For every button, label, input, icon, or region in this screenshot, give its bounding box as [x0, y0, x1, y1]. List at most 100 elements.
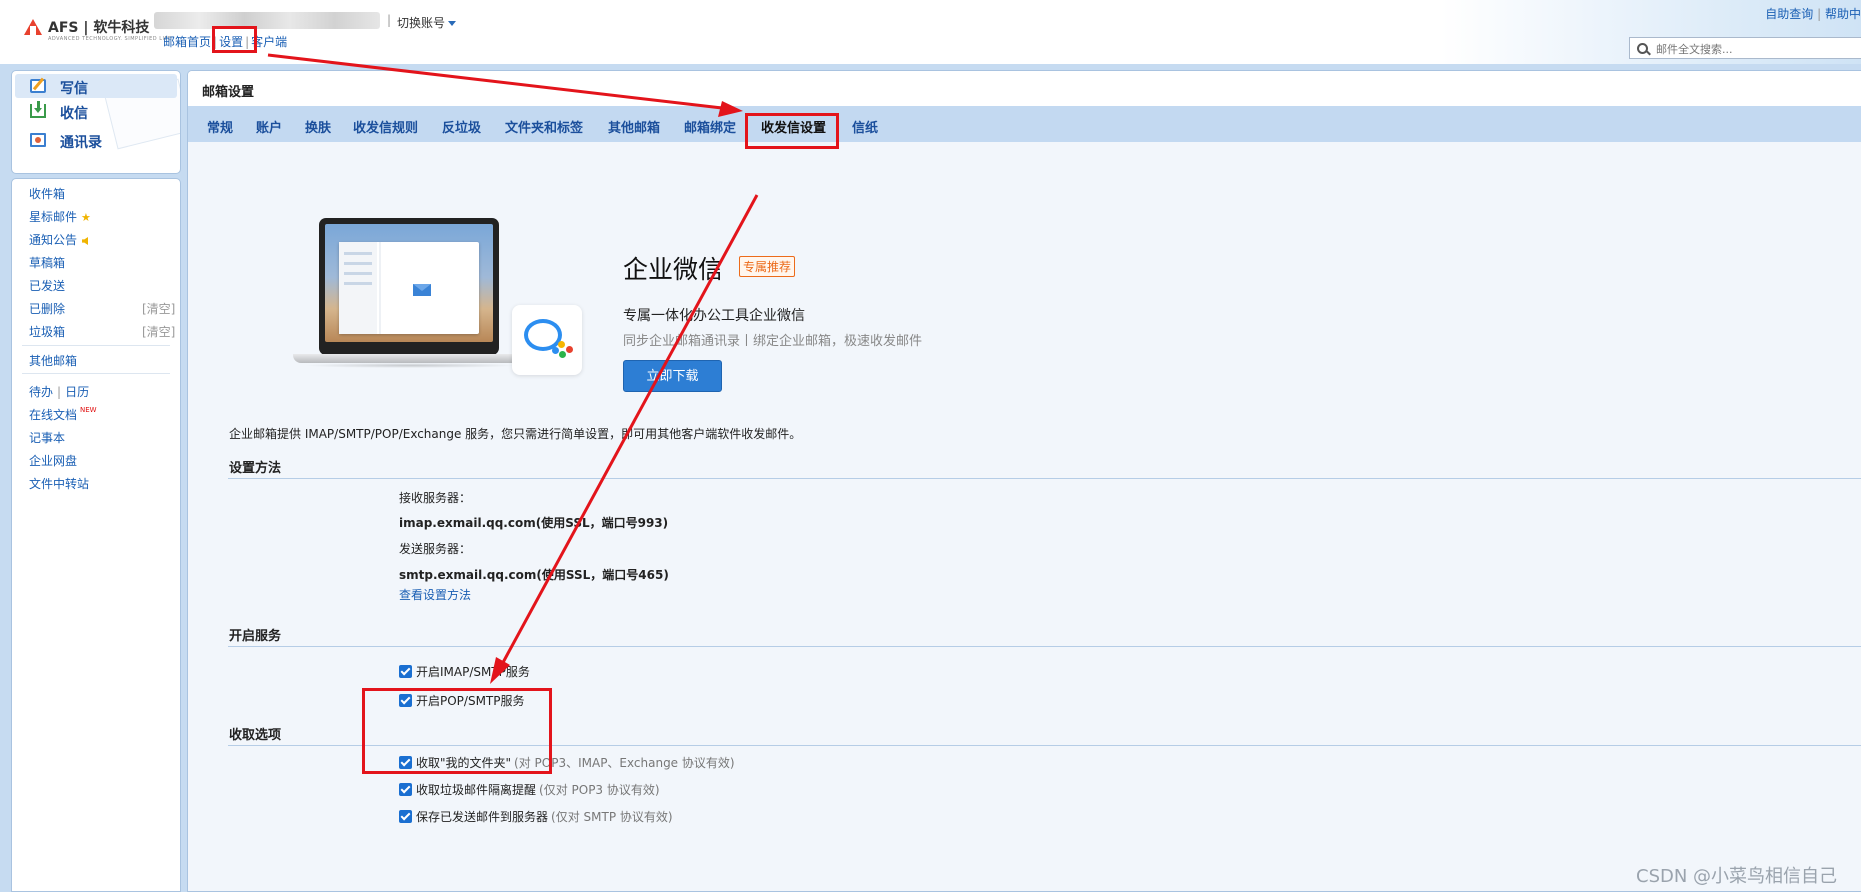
separator: | — [57, 385, 62, 399]
separator: | — [213, 35, 218, 49]
company-logo[interactable]: AFS | 软牛科技 ADVANCED TECHNOLOGY. SIMPLIFI… — [24, 16, 171, 44]
tab-antispam[interactable]: 反垃圾 — [442, 117, 481, 136]
compose-button[interactable]: 写信 — [15, 74, 177, 98]
help-links: 自助查询 | 帮助中 — [1765, 7, 1861, 21]
wecom-app-icon — [512, 305, 582, 375]
spam-folder-link[interactable]: 垃圾箱 — [29, 325, 65, 339]
sidebar-item-notepad[interactable]: 记事本 — [29, 429, 65, 446]
settings-header: 邮箱设置 — [188, 71, 1861, 106]
tab-skin[interactable]: 换肤 — [305, 117, 331, 136]
checkbox-label: 保存已发送邮件到服务器 — [416, 810, 549, 824]
sidebar-item-notices[interactable]: 通知公告 — [29, 231, 89, 248]
sidebar-item-file-transfer[interactable]: 文件中转站 — [29, 475, 89, 492]
switch-account-link[interactable]: 切换账号 — [397, 14, 457, 31]
sidebar-item-spam: 垃圾箱 [清空] — [29, 323, 175, 340]
mail-window-illustration — [339, 242, 479, 334]
receive-button[interactable]: 收信 — [15, 99, 177, 123]
sidebar-item-online-docs[interactable]: 在线文档 NEW — [29, 406, 97, 423]
new-badge: NEW — [80, 406, 97, 414]
client-link[interactable]: 客户端 — [251, 35, 287, 49]
help-link[interactable]: 帮助中 — [1825, 7, 1861, 21]
separator: | — [387, 13, 392, 27]
mail-search-box[interactable] — [1629, 37, 1861, 59]
mailbox-home-link[interactable]: 邮箱首页 — [163, 35, 211, 49]
window-sidebar — [339, 242, 377, 334]
fetch-my-folders-checkbox[interactable]: 收取"我的文件夹" (对 POP3、IMAP、Exchange 协议有效) — [399, 754, 735, 771]
tab-stationery[interactable]: 信纸 — [852, 117, 878, 136]
sidebar-item-other-mailbox[interactable]: 其他邮箱 — [29, 352, 77, 369]
save-sent-to-server-checkbox[interactable]: 保存已发送邮件到服务器 (仅对 SMTP 协议有效) — [399, 808, 673, 825]
checkbox-note: (仅对 SMTP 协议有效) — [551, 810, 673, 824]
folder-sidebar: 收件箱 星标邮件 ★ 通知公告 草稿箱 已发送 已删除 [清空] 垃圾箱 [清空]… — [11, 178, 181, 892]
clear-deleted-button[interactable]: [清空] — [142, 300, 175, 317]
imap-smtp-service-checkbox[interactable]: 开启IMAP/SMTP服务 — [399, 663, 530, 680]
top-header: AFS | 软牛科技 ADVANCED TECHNOLOGY. SIMPLIFI… — [0, 0, 1861, 64]
contacts-icon — [30, 133, 46, 147]
logo-mark-icon — [24, 19, 42, 35]
laptop-screen — [325, 224, 493, 342]
clear-spam-button[interactable]: [清空] — [142, 323, 175, 340]
section-divider — [228, 478, 1861, 479]
deleted-folder-link[interactable]: 已删除 — [29, 302, 65, 316]
receive-server-label: 接收服务器： — [399, 491, 472, 505]
window-line — [344, 272, 372, 275]
folder-label: 星标邮件 — [29, 210, 78, 224]
tab-other-mailbox[interactable]: 其他邮箱 — [608, 117, 660, 136]
sidebar-item-sent[interactable]: 已发送 — [29, 277, 65, 294]
promo-badge: 专属推荐 — [739, 256, 796, 277]
checkbox-checked-icon[interactable] — [399, 665, 412, 678]
pop-smtp-service-checkbox[interactable]: 开启POP/SMTP服务 — [399, 692, 525, 709]
download-button[interactable]: 立即下载 — [623, 360, 722, 392]
logo-dot — [559, 351, 566, 358]
send-server-label: 发送服务器： — [399, 542, 472, 556]
speaker-icon — [82, 237, 89, 245]
checkbox-checked-icon[interactable] — [399, 783, 412, 796]
checkbox-checked-icon[interactable] — [399, 810, 412, 823]
view-setup-method-link[interactable]: 查看设置方法 — [399, 586, 471, 603]
calendar-link[interactable]: 日历 — [65, 385, 89, 399]
search-input[interactable] — [1654, 40, 1858, 58]
switch-account-label: 切换账号 — [397, 16, 446, 30]
search-icon[interactable] — [1637, 43, 1648, 54]
checkbox-note: (对 POP3、IMAP、Exchange 协议有效) — [514, 756, 735, 770]
tab-mailbox-binding[interactable]: 邮箱绑定 — [684, 117, 736, 136]
self-service-link[interactable]: 自助查询 — [1765, 7, 1813, 21]
laptop-shadow — [303, 363, 518, 368]
checkbox-checked-icon[interactable] — [399, 694, 412, 707]
settings-link[interactable]: 设置 — [219, 35, 243, 49]
window-line — [344, 252, 372, 255]
sidebar-item-inbox[interactable]: 收件箱 — [29, 185, 65, 202]
compose-label: 写信 — [60, 81, 88, 97]
laptop-base — [293, 354, 528, 363]
checkbox-label: 开启IMAP/SMTP服务 — [416, 665, 530, 679]
tool-label: 在线文档 — [29, 408, 78, 422]
folder-label: 已发送 — [29, 279, 66, 293]
spam-quarantine-reminder-checkbox[interactable]: 收取垃圾邮件隔离提醒 (仅对 POP3 协议有效) — [399, 781, 660, 798]
receive-server-value: imap.exmail.qq.com(使用SSL，端口号993) — [399, 516, 669, 530]
tab-send-receive-settings[interactable]: 收发信设置 — [761, 117, 826, 136]
section-divider — [228, 646, 1861, 647]
checkbox-note: (仅对 POP3 协议有效) — [539, 783, 660, 797]
sidebar-item-netdisk[interactable]: 企业网盘 — [29, 452, 77, 469]
sidebar-item-starred[interactable]: 星标邮件 ★ — [29, 208, 91, 225]
tab-general[interactable]: 常规 — [207, 117, 233, 136]
tab-folders-labels[interactable]: 文件夹和标签 — [505, 117, 583, 136]
checkbox-label: 收取垃圾邮件隔离提醒 — [416, 783, 537, 797]
chevron-down-icon — [448, 21, 457, 26]
logo-subtitle: ADVANCED TECHNOLOGY. SIMPLIFIED LIFE — [48, 36, 172, 42]
tab-account[interactable]: 账户 — [256, 117, 282, 136]
checkbox-checked-icon[interactable] — [399, 756, 412, 769]
folder-label: 通知公告 — [29, 233, 78, 247]
tab-mail-rules[interactable]: 收发信规则 — [353, 117, 418, 136]
quick-actions-panel: 写信 收信 通讯录 — [11, 70, 181, 174]
promo-description: 同步企业邮箱通讯录丨绑定企业邮箱，极速收发邮件 — [623, 334, 923, 349]
todo-link[interactable]: 待办 — [29, 385, 53, 399]
send-server-value: smtp.exmail.qq.com(使用SSL，端口号465) — [399, 568, 669, 582]
sidebar-item-drafts[interactable]: 草稿箱 — [29, 254, 65, 271]
window-line — [344, 282, 372, 285]
contacts-button[interactable]: 通讯录 — [15, 128, 177, 152]
folder-label: 草稿箱 — [29, 256, 66, 270]
divider — [22, 345, 170, 346]
promo-title: 企业微信 — [623, 255, 724, 284]
settings-panel: 邮箱设置 常规 账户 换肤 收发信规则 反垃圾 文件夹和标签 其他邮箱 邮箱绑定… — [187, 70, 1861, 892]
